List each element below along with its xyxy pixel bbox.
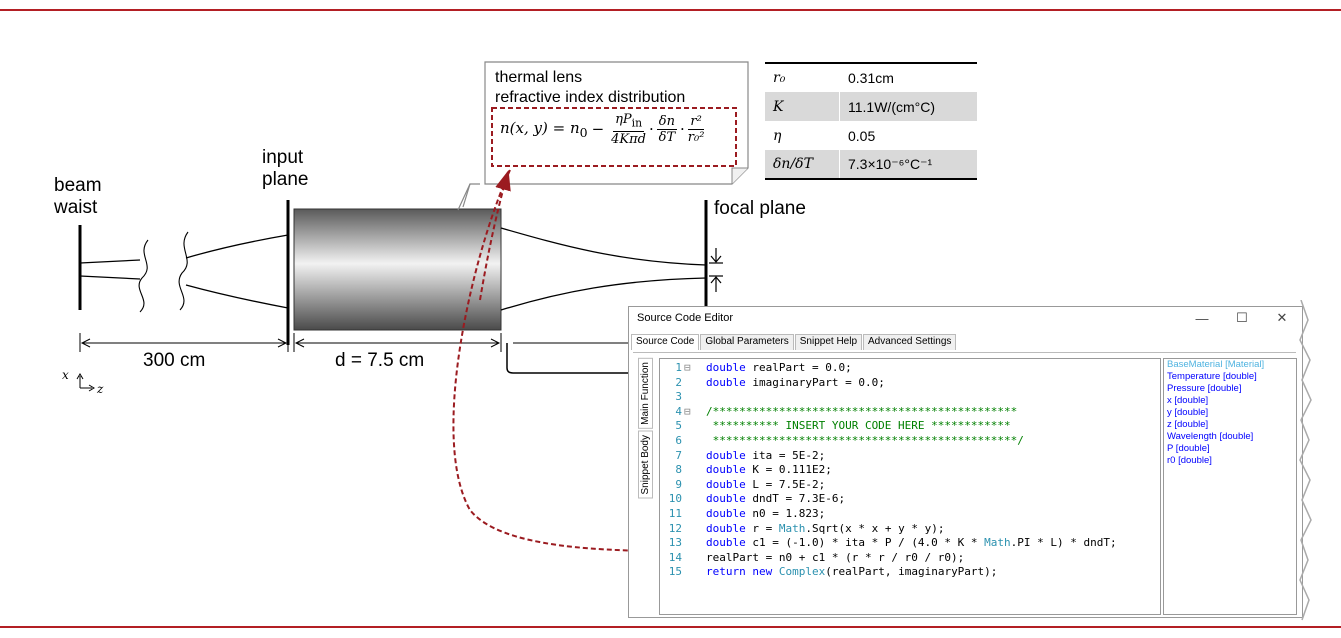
minimize-button[interactable]: — (1182, 311, 1222, 326)
torn-edge (1299, 300, 1312, 621)
focal-plane-label: focal plane (714, 198, 806, 219)
editor-body: Main Function Snippet Body 1 2 3 4 5 6 7 8 9 10 11… (633, 352, 1297, 615)
beam-lower-left (79, 275, 141, 280)
param-row-k: K 11.1W/(cm°C) (765, 92, 977, 121)
fold-markers: ⊟ ⊟ (684, 361, 691, 418)
tab-global-parameters[interactable]: Global Parameters (700, 334, 794, 350)
source-code-editor-window: Source Code Editor — ☐ ✕ Source Code Glo… (628, 306, 1303, 618)
distance-300-label: 300 cm (143, 350, 206, 371)
line-number: 8 (675, 463, 682, 477)
code-line[interactable] (706, 390, 1117, 405)
line-number: 7 (675, 448, 682, 462)
variable-item[interactable]: P [double] (1164, 443, 1296, 455)
line-number: 9 (675, 477, 682, 491)
param-row-eta: η 0.05 (765, 121, 977, 150)
tab-source-code[interactable]: Source Code (631, 334, 700, 350)
line-number: 13 (668, 536, 682, 550)
axis-x-label: x (62, 368, 69, 382)
editor-titlebar: Source Code Editor — ☐ ✕ (629, 307, 1302, 329)
axis-z-label: z (97, 382, 104, 396)
line-number: 6 (675, 433, 682, 447)
beam-waist-label: beam waist (54, 175, 102, 218)
callout-line2: refractive index distribution (495, 89, 686, 106)
line-number: 12 (668, 521, 682, 535)
line-number: 2 (675, 375, 682, 389)
beam-upper-mid (185, 234, 289, 259)
variable-list[interactable]: BaseMaterial [Material] Temperature [doub… (1163, 358, 1297, 615)
param-row-r0: r₀ 0.31cm (765, 63, 977, 92)
variable-item[interactable]: y [double] (1164, 407, 1296, 419)
thermal-lens-formula: n(x, y) = n0 − ηPin 4Kπd · δn δT · r² r₀² (500, 112, 705, 147)
beam-upper-left (79, 259, 141, 264)
beam-lower-mid (185, 284, 289, 309)
code-line[interactable]: double r = Math.Sqrt(x * x + y * y); (706, 522, 1117, 537)
code-line[interactable]: double L = 7.5E-2; (706, 478, 1117, 493)
tab-snippet-body[interactable]: Snippet Body (638, 430, 653, 499)
crystal-length-label: d = 7.5 cm (335, 350, 425, 371)
code-line[interactable]: double n0 = 1.823; (706, 507, 1117, 522)
code-line[interactable]: return new Complex(realPart, imaginaryPa… (706, 565, 1117, 580)
code-text[interactable]: double realPart = 0.0; double imaginaryPa… (706, 361, 1117, 580)
callout-line1: thermal lens (495, 69, 583, 86)
tab-advanced-settings[interactable]: Advanced Settings (863, 334, 957, 350)
line-number: 5 (675, 419, 682, 433)
tab-snippet-help[interactable]: Snippet Help (794, 334, 863, 350)
variable-item[interactable]: r0 [double] (1164, 455, 1296, 467)
variable-item[interactable]: Temperature [double] (1164, 371, 1296, 383)
code-line[interactable]: double realPart = 0.0; (706, 361, 1117, 376)
variable-item[interactable]: z [double] (1164, 419, 1296, 431)
editor-tabs: Source Code Global Parameters Snippet He… (631, 334, 1302, 350)
break-mark-1 (138, 239, 149, 313)
line-numbers: 1 2 3 4 5 6 7 8 9 10 11 12 13 14 15 (660, 361, 682, 580)
callout-text: thermal lens refractive index distributi… (495, 68, 685, 108)
vertical-tabs: Main Function Snippet Body (638, 358, 656, 500)
maximize-button[interactable]: ☐ (1222, 310, 1262, 326)
line-number: 3 (675, 390, 682, 404)
break-mark-2 (178, 231, 189, 311)
line-number: 4 (675, 404, 682, 418)
crystal (293, 208, 502, 331)
code-line[interactable]: double c1 = (-1.0) * ita * P / (4.0 * K … (706, 536, 1117, 551)
beam-upper-right (500, 227, 707, 266)
tab-main-function[interactable]: Main Function (638, 358, 653, 429)
line-number: 14 (668, 550, 682, 564)
line-number: 15 (668, 565, 682, 579)
code-line[interactable]: double ita = 5E-2; (706, 449, 1117, 464)
code-line[interactable]: realPart = n0 + c1 * (r * r / r0 / r0); (706, 551, 1117, 566)
editor-title: Source Code Editor (637, 312, 733, 324)
variable-item[interactable]: Pressure [double] (1164, 383, 1296, 395)
code-line[interactable]: /***************************************… (706, 405, 1117, 420)
code-line[interactable]: ****************************************… (706, 434, 1117, 449)
param-row-dndt: δn/δT 7.3×10⁻⁶°C⁻¹ (765, 150, 977, 179)
code-editor[interactable]: 1 2 3 4 5 6 7 8 9 10 11 12 13 14 15 ⊟ ⊟ double realPart… (659, 358, 1161, 615)
variable-item[interactable]: x [double] (1164, 395, 1296, 407)
code-line[interactable]: double K = 0.111E2; (706, 463, 1117, 478)
code-line[interactable]: double dndT = 7.3E-6; (706, 492, 1117, 507)
code-line[interactable]: double imaginaryPart = 0.0; (706, 376, 1117, 391)
input-plane-label: input plane (262, 147, 309, 190)
variable-item[interactable]: Wavelength [double] (1164, 431, 1296, 443)
line-number: 1 (675, 361, 682, 374)
parameter-table: r₀ 0.31cm K 11.1W/(cm°C) η 0.05 δn/δT 7.3×10… (765, 62, 977, 180)
code-line[interactable]: ********** INSERT YOUR CODE HERE *******… (706, 419, 1117, 434)
line-number: 11 (668, 506, 682, 520)
line-number: 10 (668, 492, 682, 506)
variable-item[interactable]: BaseMaterial [Material] (1164, 359, 1296, 371)
